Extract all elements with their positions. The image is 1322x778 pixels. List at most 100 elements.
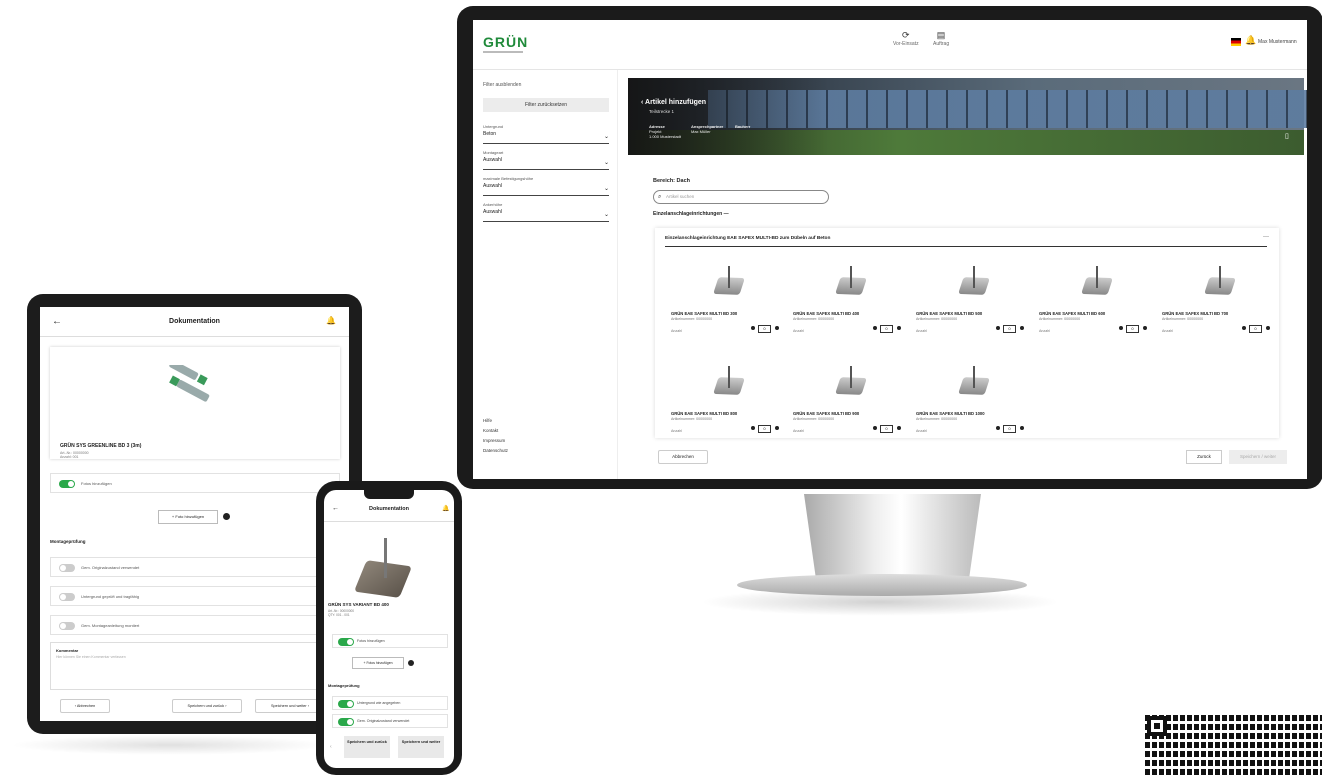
quantity-stepper[interactable]: 0: [873, 425, 903, 433]
check-row[interactable]: Untergrund wie angegeben: [332, 696, 448, 710]
check-row[interactable]: Untergrund geprüft und tragfähig: [50, 586, 340, 606]
save-next-button[interactable]: Speichern / weiter: [1229, 450, 1287, 464]
plus-icon[interactable]: [897, 426, 901, 430]
quantity-value[interactable]: 0: [758, 425, 771, 433]
filter-select-untergrund[interactable]: Untergrund Beton ⌄: [483, 124, 609, 144]
minus-icon[interactable]: [996, 426, 1000, 430]
comment-field[interactable]: Kommentar Hier können Sie einen Kommenta…: [50, 642, 340, 690]
photo-toggle-row[interactable]: Fotos hinzufügen: [50, 473, 340, 493]
product-item[interactable]: GRÜN EAE SAFEX MULTI BD 600 Artikelnummer…: [1039, 260, 1149, 350]
product-image: [713, 266, 745, 296]
filter-select-befestigungshoehe[interactable]: maximale Befestigungshöhe Auswahl ⌄: [483, 176, 609, 196]
photo-toggle-row[interactable]: Fotos hinzufügen: [332, 634, 448, 648]
back-button[interactable]: Zurück: [1186, 450, 1222, 464]
cancel-button[interactable]: ‹ Abbrechen: [60, 699, 110, 713]
quantity-stepper[interactable]: 0: [1119, 325, 1149, 333]
plus-icon[interactable]: [1266, 326, 1270, 330]
collapse-icon[interactable]: —: [1263, 234, 1269, 240]
quantity-stepper[interactable]: 0: [873, 325, 903, 333]
sidebar-link-hilfe[interactable]: Hilfe: [483, 418, 492, 423]
plus-icon[interactable]: [1143, 326, 1147, 330]
article-search-input[interactable]: ⌕ Artikel suchen: [653, 190, 829, 204]
top-nav-vor-einsatz[interactable]: ⟳ Vor-Einsatz: [893, 30, 919, 47]
notification-bell-icon[interactable]: 🔔: [442, 505, 449, 512]
plus-icon[interactable]: [897, 326, 901, 330]
toggle-switch[interactable]: [59, 622, 75, 630]
minus-icon[interactable]: [751, 326, 755, 330]
quantity-value[interactable]: 0: [1249, 325, 1262, 333]
product-item[interactable]: GRÜN EAE SAFEX MULTI BD 800 Artikelnummer…: [671, 360, 781, 450]
toggle-label: Fotos hinzufügen: [81, 481, 112, 486]
quantity-stepper[interactable]: 0: [751, 325, 781, 333]
quantity-value[interactable]: 0: [880, 325, 893, 333]
toggle-switch[interactable]: [59, 564, 75, 572]
top-nav-auftrag[interactable]: ▤ Auftrag: [933, 30, 949, 47]
info-icon[interactable]: [408, 660, 414, 666]
save-back-button[interactable]: Speichern und zurück: [344, 736, 390, 758]
toggle-switch[interactable]: [338, 638, 354, 646]
product-item[interactable]: GRÜN EAE SAFEX MULTI BD 700 Artikelnummer…: [1162, 260, 1272, 350]
product-image: [1081, 266, 1113, 296]
quantity-stepper[interactable]: 0: [996, 425, 1026, 433]
notification-bell-icon[interactable]: 🔔: [326, 316, 336, 325]
brand-logo[interactable]: GRÜN: [483, 34, 528, 50]
filter-select-montageart[interactable]: Montageart Auswahl ⌄: [483, 150, 609, 170]
quantity-stepper[interactable]: 0: [1242, 325, 1272, 333]
chevron-left-icon[interactable]: ‹: [330, 744, 332, 750]
plus-icon[interactable]: [775, 426, 779, 430]
sidebar-link-kontakt[interactable]: Kontakt: [483, 428, 498, 433]
product-item[interactable]: GRÜN EAE SAFEX MULTI BD 1000 Artikelnumme…: [916, 360, 1026, 450]
filter-toggle[interactable]: Filter ausblenden: [483, 82, 521, 88]
divider: [665, 246, 1267, 247]
toggle-switch[interactable]: [59, 480, 75, 488]
product-item[interactable]: GRÜN EAE SAFEX MULTI BD 500 Artikelnummer…: [916, 260, 1026, 350]
minus-icon[interactable]: [996, 326, 1000, 330]
product-item[interactable]: GRÜN EAE SAFEX MULTI BD 900 Artikelnummer…: [793, 360, 903, 450]
product-item[interactable]: GRÜN EAE SAFEX MULTI BD 300 Artikelnummer…: [671, 260, 781, 350]
cancel-button[interactable]: Abbrechen: [658, 450, 708, 464]
check-row[interactable]: Gem. Originalzustand verwendet: [50, 557, 340, 577]
sidebar-link-impressum[interactable]: Impressum: [483, 438, 505, 443]
minus-icon[interactable]: [1119, 326, 1123, 330]
toggle-switch[interactable]: [59, 593, 75, 601]
section-label[interactable]: Einzelanschlageinrichtungen —: [653, 211, 729, 217]
quantity-value[interactable]: 0: [1126, 325, 1139, 333]
toggle-switch[interactable]: [338, 718, 354, 726]
check-label: Gem. Originalzustand verwendet: [357, 719, 410, 723]
quantity-value[interactable]: 0: [1003, 425, 1016, 433]
toggle-switch[interactable]: [338, 700, 354, 708]
filter-select-ankerhoehe[interactable]: Ankerhöhe Auswahl ⌄: [483, 202, 609, 222]
plus-icon[interactable]: [1020, 426, 1024, 430]
sidebar-link-datenschutz[interactable]: Datenschutz: [483, 448, 508, 453]
user-menu[interactable]: Max Mustermann: [1258, 39, 1297, 45]
quantity-value[interactable]: 0: [880, 425, 893, 433]
save-back-button[interactable]: Speichern und zurück ›: [172, 699, 242, 713]
product-image: [1204, 266, 1236, 296]
filter-reset-button[interactable]: Filter zurücksetzen: [483, 98, 609, 112]
minus-icon[interactable]: [751, 426, 755, 430]
minus-icon[interactable]: [1242, 326, 1246, 330]
add-photo-button[interactable]: + Fotos hinzufügen: [352, 657, 404, 669]
minus-icon[interactable]: [873, 326, 877, 330]
quantity-stepper[interactable]: 0: [751, 425, 781, 433]
minus-icon[interactable]: [873, 426, 877, 430]
plus-icon[interactable]: [775, 326, 779, 330]
check-row[interactable]: Gem. Originalzustand verwendet: [332, 714, 448, 728]
save-next-button[interactable]: Speichern und weiter: [398, 736, 444, 758]
phone-notch: [364, 490, 414, 499]
check-row[interactable]: Gem. Montageanleitung montiert: [50, 615, 340, 635]
product-item[interactable]: GRÜN EAE SAFEX MULTI BD 400 Artikelnummer…: [793, 260, 903, 350]
info-icon[interactable]: [223, 513, 230, 520]
add-photo-button[interactable]: + Foto hinzufügen: [158, 510, 218, 524]
language-flag-de[interactable]: [1231, 38, 1241, 46]
plus-icon[interactable]: [1020, 326, 1024, 330]
product-name: GRÜN EAE SAFEX MULTI BD 400: [793, 311, 860, 316]
quantity-stepper[interactable]: 0: [996, 325, 1026, 333]
calendar-icon: ▤: [936, 30, 946, 40]
notification-bell-icon[interactable]: 🔔: [1245, 35, 1256, 46]
document-icon[interactable]: ▯: [1285, 132, 1289, 140]
save-next-button[interactable]: Speichern und weiter ›: [255, 699, 325, 713]
quantity-value[interactable]: 0: [1003, 325, 1016, 333]
product-image: [713, 366, 745, 396]
quantity-value[interactable]: 0: [758, 325, 771, 333]
